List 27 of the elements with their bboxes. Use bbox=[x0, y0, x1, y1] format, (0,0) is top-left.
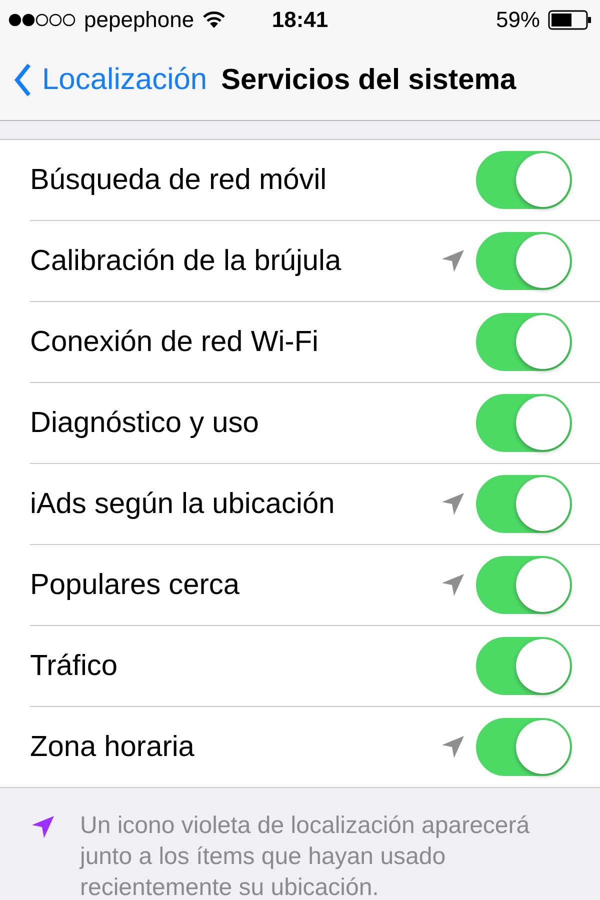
toggle-switch[interactable] bbox=[476, 556, 572, 614]
chevron-icon bbox=[14, 62, 32, 98]
row-label: Conexión de red Wi-Fi bbox=[30, 326, 320, 358]
toggle-switch[interactable] bbox=[476, 313, 572, 371]
battery-percent: 59% bbox=[496, 7, 540, 33]
row-label: Zona horaria bbox=[30, 730, 196, 764]
row-label: Populares cerca bbox=[30, 568, 241, 602]
wifi-icon bbox=[202, 11, 226, 29]
toggle-switch[interactable] bbox=[476, 232, 572, 290]
toggle-switch[interactable] bbox=[476, 475, 572, 533]
row-label: Diagnóstico y uso bbox=[30, 406, 260, 440]
battery-icon bbox=[548, 10, 592, 30]
toggle-switch[interactable] bbox=[476, 637, 572, 695]
toggle-switch[interactable] bbox=[476, 718, 572, 776]
status-time: 18:41 bbox=[272, 7, 328, 33]
back-button[interactable]: Localización bbox=[14, 62, 208, 98]
footer-note: Un icono violeta de localización aparecerá junto a los ítems que hayan usado recientemente su ubicación. bbox=[80, 811, 530, 900]
row-label: Búsqueda de red móvil bbox=[30, 164, 328, 196]
toggle-switch[interactable] bbox=[476, 151, 572, 209]
row-label: Tráfico bbox=[30, 650, 119, 682]
page-title: Servicios del sistema bbox=[221, 64, 516, 96]
signal-icon bbox=[8, 13, 76, 27]
location-arrow-icon bbox=[30, 814, 56, 840]
row-label: iAds según la ubicación bbox=[30, 488, 336, 520]
toggle-switch[interactable] bbox=[476, 394, 572, 452]
carrier-name: pepephone bbox=[84, 7, 194, 33]
row-label: Calibración de la brújula bbox=[30, 244, 342, 278]
